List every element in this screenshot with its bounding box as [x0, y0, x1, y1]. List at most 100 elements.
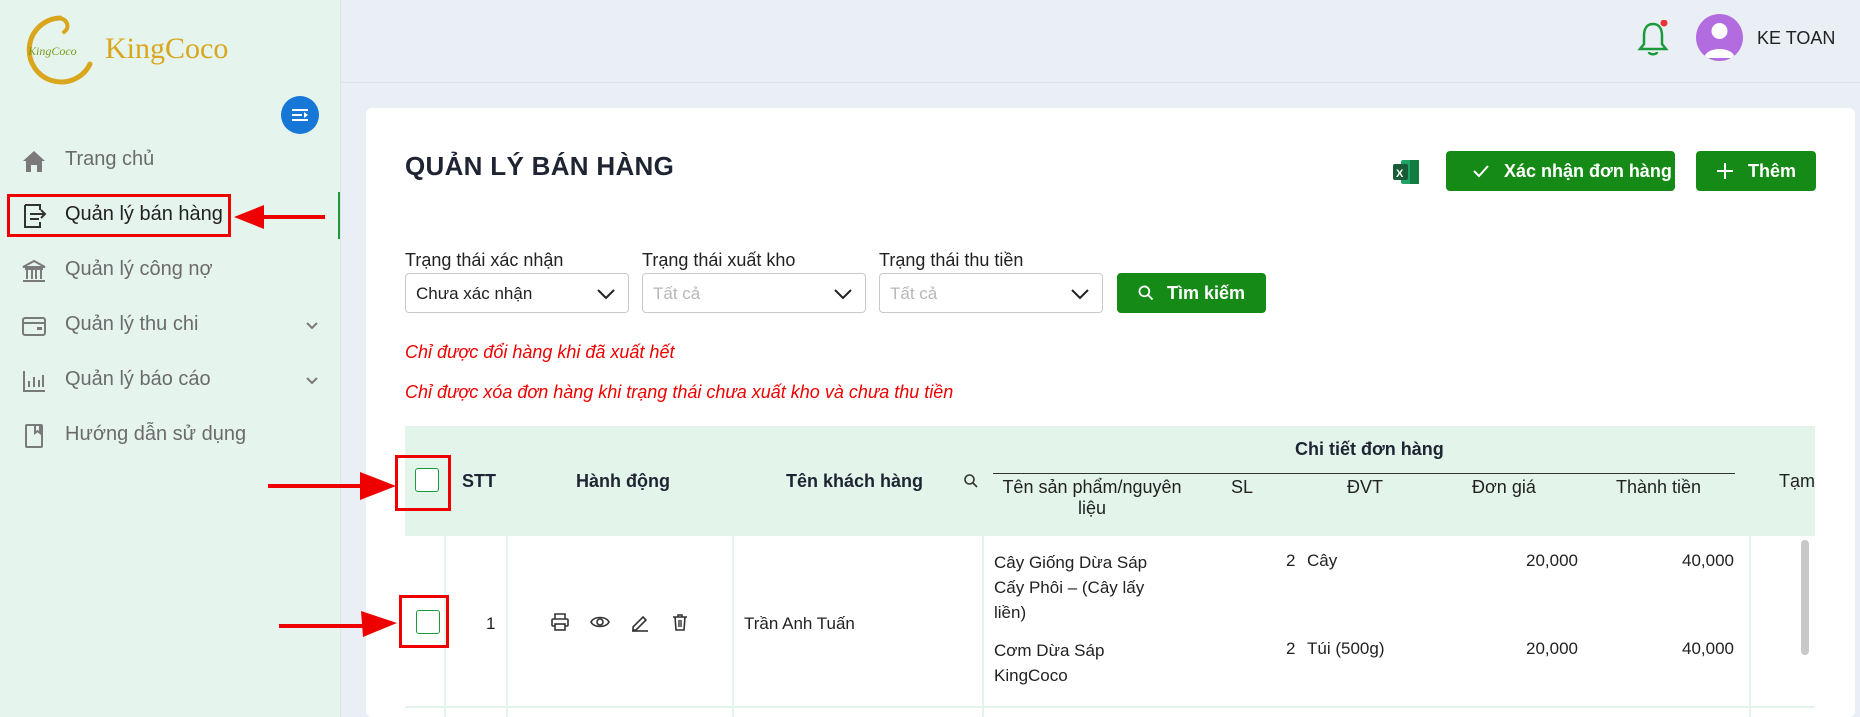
header-group-divider	[993, 473, 1735, 474]
report-icon	[23, 371, 45, 392]
confirm-order-label: Xác nhận đơn hàng	[1504, 160, 1672, 181]
header-order-details: Chi tiết đơn hàng	[1295, 439, 1444, 459]
item-qty: 2	[1286, 639, 1296, 658]
excel-export-icon[interactable]: X	[1391, 157, 1421, 187]
sidebar-item-guide[interactable]: Hướng dẫn sử dụng	[0, 408, 340, 463]
chevron-down-icon	[834, 289, 852, 300]
avatar[interactable]	[1696, 14, 1743, 61]
item-price: 20,000	[1526, 639, 1578, 658]
payment-status-label: Trạng thái thu tiền	[879, 250, 1024, 270]
confirm-order-button[interactable]: Xác nhận đơn hàng	[1446, 151, 1675, 191]
item-name-line: KingCoco	[994, 666, 1068, 685]
search-button[interactable]: Tìm kiếm	[1117, 273, 1266, 313]
delete-icon[interactable]	[670, 612, 690, 632]
header-qty: SL	[1231, 477, 1254, 497]
book-icon	[25, 424, 43, 448]
sidebar-item-home[interactable]: Trang chủ	[0, 133, 340, 188]
wallet-icon	[22, 317, 46, 336]
annotation-arrow	[234, 205, 325, 229]
print-icon[interactable]	[550, 612, 570, 632]
sidebar-item-label: Quản lý công nợ	[65, 258, 213, 280]
item-unit: Cây	[1307, 551, 1338, 570]
annotation-box	[395, 455, 451, 511]
menu-collapse-icon	[292, 109, 308, 121]
header-unit: ĐVT	[1347, 477, 1383, 497]
header-customer: Tên khách hàng	[786, 471, 924, 491]
item-total: 40,000	[1682, 639, 1734, 658]
export-status-label: Trạng thái xuất kho	[642, 250, 796, 270]
item-name-line: liền)	[994, 603, 1027, 622]
item-total: 40,000	[1682, 551, 1734, 570]
collapse-sidebar-button[interactable]	[281, 96, 319, 134]
row-stt: 1	[486, 614, 496, 633]
item-price: 20,000	[1526, 551, 1578, 570]
brand-name: KingCoco	[105, 32, 229, 65]
table-scrollbar[interactable]	[1801, 540, 1809, 655]
sidebar-item-label: Trang chủ	[65, 148, 155, 170]
note-exchange: Chỉ được đổi hàng khi đã xuất hết	[405, 342, 675, 362]
annotation-box	[399, 595, 449, 648]
plus-icon	[1717, 163, 1733, 179]
chevron-down-icon	[1071, 289, 1089, 300]
confirm-status-label: Trạng thái xác nhận	[405, 250, 564, 270]
header-price: Đơn giá	[1472, 477, 1536, 497]
item-name: Cây Giống Dừa Sáp Cấy Phôi – (Cây lấy li…	[994, 550, 1147, 625]
header-actions: Hành động	[576, 471, 670, 491]
sidebar-item-label: Hướng dẫn sử dụng	[65, 423, 247, 445]
sidebar-item-debt[interactable]: Quản lý công nợ	[0, 243, 340, 298]
header-total: Thành tiền	[1616, 477, 1702, 497]
export-status-placeholder: Tất cả	[653, 284, 701, 303]
header-stt: STT	[462, 471, 496, 491]
search-label: Tìm kiếm	[1167, 282, 1246, 303]
payment-status-select[interactable]: Tất cả	[879, 273, 1103, 313]
add-label: Thêm	[1748, 160, 1797, 181]
sidebar-item-label: Quản lý báo cáo	[65, 368, 211, 390]
column-divider	[506, 536, 508, 717]
header-product-line2: liệu	[1077, 498, 1107, 518]
item-name-line: Cơm Dừa Sáp	[994, 641, 1105, 660]
header-product: Tên sản phẩm/nguyên liệu	[997, 477, 1187, 519]
item-unit: Túi (500g)	[1307, 639, 1385, 658]
column-divider	[982, 536, 984, 717]
annotation-arrow	[268, 472, 396, 500]
row-customer: Trần Anh Tuấn	[744, 614, 855, 633]
user-name[interactable]: KE TOAN	[1757, 28, 1835, 49]
sidebar-item-label: Quản lý thu chi	[65, 313, 199, 335]
page-title: QUẢN LÝ BÁN HÀNG	[405, 151, 675, 181]
chevron-down-icon	[597, 289, 615, 300]
confirm-status-select[interactable]: Chưa xác nhận	[405, 273, 629, 313]
confirm-status-value: Chưa xác nhận	[416, 284, 533, 303]
annotation-box	[7, 194, 231, 237]
svg-text:X: X	[1396, 168, 1404, 180]
chevron-down-icon	[306, 322, 318, 330]
export-status-select[interactable]: Tất cả	[642, 273, 866, 313]
column-divider	[732, 536, 734, 717]
item-name: Cơm Dừa Sáp KingCoco	[994, 638, 1104, 688]
add-button[interactable]: Thêm	[1696, 151, 1816, 191]
home-icon	[23, 151, 45, 172]
sidebar-item-income-expense[interactable]: Quản lý thu chi	[0, 298, 340, 353]
logo: KingCoco KingCoco	[20, 12, 350, 87]
view-icon[interactable]	[590, 612, 610, 632]
payment-status-placeholder: Tất cả	[890, 284, 938, 303]
annotation-arrow	[279, 611, 397, 637]
search-icon[interactable]	[963, 473, 979, 489]
chevron-down-icon	[306, 377, 318, 385]
top-bar	[341, 0, 1860, 83]
item-name-line: Cây Giống Dừa Sáp	[994, 553, 1148, 572]
item-qty: 2	[1286, 551, 1296, 570]
item-name-line: Cấy Phôi – (Cây lấy	[994, 578, 1145, 597]
note-delete: Chỉ được xóa đơn hàng khi trạng thái chư…	[405, 382, 954, 402]
bell-icon[interactable]	[1637, 20, 1669, 58]
check-icon	[1473, 165, 1489, 178]
sidebar-menu: Trang chủ Quản lý bán hàng Quản lý công …	[0, 133, 340, 463]
user-icon	[1704, 23, 1735, 58]
header-extra: Tạm	[1779, 471, 1815, 491]
search-icon	[1138, 285, 1154, 301]
header-product-line1: Tên sản phẩm/nguyên	[1002, 477, 1182, 497]
logo-icon: KingCoco	[26, 15, 93, 85]
sidebar-item-reports[interactable]: Quản lý báo cáo	[0, 353, 340, 408]
svg-text:KingCoco: KingCoco	[27, 44, 77, 58]
row-divider	[405, 706, 1815, 708]
edit-icon[interactable]	[630, 612, 650, 632]
